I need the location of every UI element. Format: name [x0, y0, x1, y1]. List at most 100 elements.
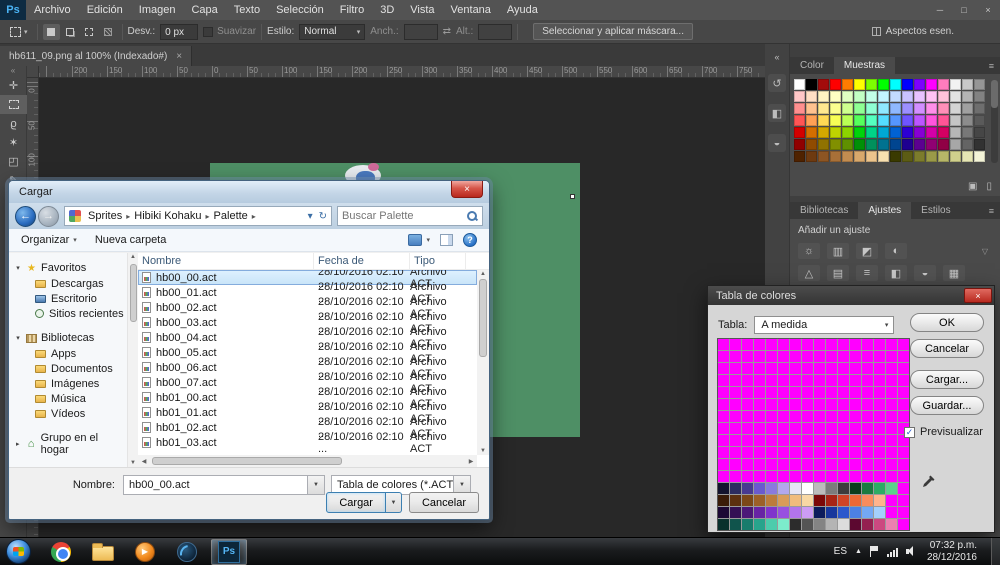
- info-panel-icon[interactable]: ◒: [768, 134, 786, 152]
- palette-color[interactable]: [766, 375, 777, 386]
- menu-item[interactable]: Selección: [268, 0, 332, 20]
- palette-color[interactable]: [874, 483, 885, 494]
- palette-color[interactable]: [778, 483, 789, 494]
- palette-color[interactable]: [802, 363, 813, 374]
- channel-mixer-icon[interactable]: ▦: [943, 265, 965, 281]
- address-history-icon[interactable]: ▾: [308, 211, 313, 222]
- volume-icon[interactable]: [906, 546, 917, 557]
- height-input[interactable]: [478, 24, 512, 40]
- palette-color[interactable]: [874, 495, 885, 506]
- palette-color[interactable]: [838, 483, 849, 494]
- palette-color[interactable]: [730, 363, 741, 374]
- palette-color[interactable]: [886, 507, 897, 518]
- expand-dock-icon[interactable]: «: [774, 52, 779, 62]
- network-icon[interactable]: [887, 547, 898, 557]
- color-swatch[interactable]: [878, 115, 889, 126]
- palette-color[interactable]: [874, 339, 885, 350]
- color-swatch[interactable]: [890, 91, 901, 102]
- palette-color[interactable]: [802, 351, 813, 362]
- palette-color[interactable]: [766, 411, 777, 422]
- palette-color[interactable]: [850, 339, 861, 350]
- palette-color[interactable]: [850, 399, 861, 410]
- palette-color[interactable]: [898, 387, 909, 398]
- palette-color[interactable]: [898, 351, 909, 362]
- color-swatch[interactable]: [866, 151, 877, 162]
- palette-color[interactable]: [898, 495, 909, 506]
- palette-color[interactable]: [778, 339, 789, 350]
- palette-color[interactable]: [838, 351, 849, 362]
- ok-button[interactable]: OK: [910, 313, 984, 332]
- palette-color[interactable]: [874, 387, 885, 398]
- color-swatch[interactable]: [926, 115, 937, 126]
- palette-color[interactable]: [742, 363, 753, 374]
- brightness-contrast-icon[interactable]: ☼: [798, 243, 820, 259]
- color-swatch[interactable]: [890, 127, 901, 138]
- palette-color[interactable]: [802, 507, 813, 518]
- palette-color[interactable]: [790, 363, 801, 374]
- width-input[interactable]: [404, 24, 438, 40]
- subtract-selection-icon[interactable]: [81, 24, 98, 40]
- color-swatch[interactable]: [974, 115, 985, 126]
- palette-color[interactable]: [874, 411, 885, 422]
- color-swatch[interactable]: [866, 139, 877, 150]
- photoshop-taskbar-icon[interactable]: Ps: [211, 539, 247, 565]
- column-header[interactable]: Tipo: [410, 253, 466, 270]
- maximize-icon[interactable]: □: [952, 0, 976, 20]
- palette-color[interactable]: [778, 447, 789, 458]
- palette-color[interactable]: [778, 495, 789, 506]
- palette-color[interactable]: [742, 351, 753, 362]
- palette-color[interactable]: [838, 471, 849, 482]
- palette-color[interactable]: [790, 435, 801, 446]
- style-dropdown[interactable]: Normal ▾: [299, 24, 365, 40]
- palette-color[interactable]: [838, 423, 849, 434]
- document-tab[interactable]: hb611_09.png al 100% (Indexado#) ×: [0, 46, 192, 66]
- palette-color[interactable]: [790, 351, 801, 362]
- color-swatch[interactable]: [890, 151, 901, 162]
- palette-color[interactable]: [754, 399, 765, 410]
- palette-color[interactable]: [814, 399, 825, 410]
- exposure-icon[interactable]: ◐: [885, 243, 907, 259]
- palette-color[interactable]: [862, 435, 873, 446]
- palette-color[interactable]: [742, 471, 753, 482]
- palette-color[interactable]: [814, 423, 825, 434]
- cancel-button[interactable]: Cancelar: [910, 339, 984, 358]
- color-swatch[interactable]: [854, 91, 865, 102]
- curves-icon[interactable]: ◩: [856, 243, 878, 259]
- nav-item[interactable]: Apps: [9, 346, 127, 361]
- tree-toggle-icon[interactable]: ▸: [14, 440, 22, 448]
- palette-color[interactable]: [862, 363, 873, 374]
- nav-item[interactable]: Vídeos: [9, 406, 127, 421]
- palette-color[interactable]: [742, 507, 753, 518]
- palette-color[interactable]: [826, 351, 837, 362]
- color-swatch[interactable]: [806, 127, 817, 138]
- color-swatch[interactable]: [854, 103, 865, 114]
- palette-color[interactable]: [862, 447, 873, 458]
- color-swatch[interactable]: [902, 127, 913, 138]
- rectangular-marquee-tool[interactable]: [0, 95, 27, 114]
- color-swatch[interactable]: [962, 115, 973, 126]
- color-swatch[interactable]: [938, 115, 949, 126]
- close-icon[interactable]: ×: [964, 288, 992, 303]
- color-swatch[interactable]: [974, 79, 985, 90]
- palette-color[interactable]: [742, 447, 753, 458]
- palette-color[interactable]: [778, 375, 789, 386]
- palette-color[interactable]: [898, 399, 909, 410]
- palette-color[interactable]: [754, 447, 765, 458]
- palette-color[interactable]: [838, 435, 849, 446]
- language-indicator[interactable]: ES: [834, 546, 847, 557]
- palette-color[interactable]: [838, 399, 849, 410]
- palette-color[interactable]: [886, 411, 897, 422]
- palette-color[interactable]: [754, 483, 765, 494]
- color-swatch[interactable]: [878, 79, 889, 90]
- tab-estilos[interactable]: Estilos: [911, 202, 960, 219]
- color-swatch[interactable]: [962, 151, 973, 162]
- palette-color[interactable]: [838, 495, 849, 506]
- palette-color[interactable]: [826, 363, 837, 374]
- breadcrumb-segment[interactable]: Sprites: [84, 210, 126, 222]
- save-table-button[interactable]: Guardar...: [910, 396, 984, 415]
- antialias-checkbox[interactable]: Suavizar: [203, 26, 256, 37]
- color-swatch[interactable]: [806, 79, 817, 90]
- palette-color[interactable]: [802, 471, 813, 482]
- vibrance-icon[interactable]: △: [798, 265, 820, 281]
- color-swatch[interactable]: [818, 115, 829, 126]
